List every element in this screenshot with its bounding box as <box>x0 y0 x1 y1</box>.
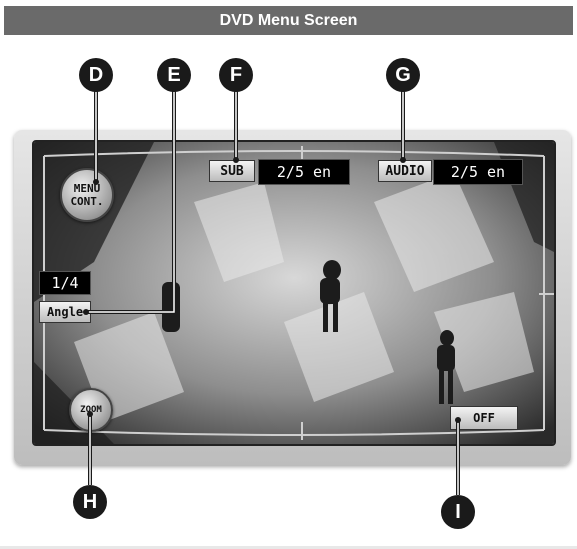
callout-d: D <box>79 58 113 92</box>
callout-i: I <box>441 495 475 529</box>
callout-e: E <box>157 58 191 92</box>
callout-h: H <box>73 485 107 519</box>
callout-f: F <box>219 58 253 92</box>
callout-g: G <box>386 58 420 92</box>
